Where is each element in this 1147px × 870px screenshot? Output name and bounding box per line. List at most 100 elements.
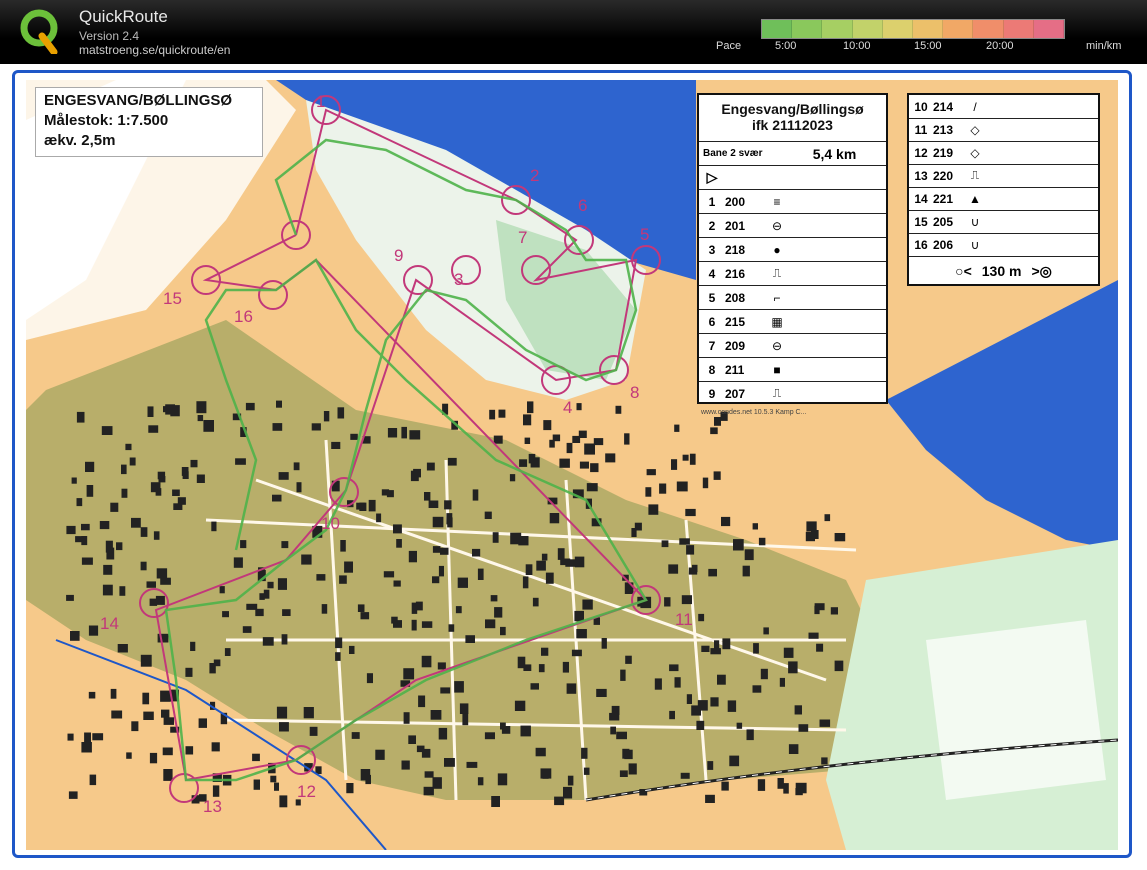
control-number: 2 bbox=[708, 218, 716, 233]
map-title-line: ENGESVANG/BØLLINGSØ bbox=[44, 92, 233, 109]
map-control-label: 2 bbox=[530, 166, 540, 185]
control-code: 201 bbox=[725, 218, 746, 233]
control-code: 206 bbox=[933, 237, 954, 252]
control-number: 3 bbox=[708, 242, 716, 257]
map-control-label: 14 bbox=[100, 614, 119, 633]
pace-color-segment bbox=[943, 20, 974, 38]
control-symbol-icon: ◇ bbox=[970, 145, 980, 160]
course-info-row: Bane 2 svær 5,4 km bbox=[699, 141, 886, 165]
pace-color-segment bbox=[882, 20, 914, 38]
map-control-label: 7 bbox=[518, 228, 528, 247]
pace-tick: 10:00 bbox=[843, 40, 871, 52]
control-row: 16 206 ∪ bbox=[909, 233, 1098, 257]
pace-color-bar bbox=[761, 19, 1065, 39]
control-symbol-icon: ⊖ bbox=[771, 218, 783, 233]
control-description-card-2: ○< 130 m >◎ 10 214 / 11 213 ◇ 12 219 ◇ 13 220 ⎍ 14 22… bbox=[907, 93, 1100, 286]
control-row: 2 201 ⊖ bbox=[699, 213, 886, 237]
control-number: 4 bbox=[708, 266, 716, 281]
control-symbol-icon: / bbox=[973, 99, 977, 114]
control-number: 5 bbox=[708, 290, 716, 305]
control-code: 220 bbox=[933, 168, 954, 183]
control-row: 7 209 ⊖ bbox=[699, 333, 886, 357]
control-row: 8 211 ■ bbox=[699, 357, 886, 381]
pace-tick: 15:00 bbox=[914, 40, 942, 52]
start-triangle-icon: ▷ bbox=[706, 169, 718, 185]
control-row: 14 221 ▲ bbox=[909, 187, 1098, 211]
control-symbol-icon: ∪ bbox=[970, 214, 980, 229]
control-row: 9 207 ⎍ bbox=[699, 381, 886, 405]
pace-color-segment bbox=[852, 20, 883, 38]
control-number: 15 bbox=[914, 214, 928, 229]
finish-row: ○< 130 m >◎ bbox=[909, 258, 1098, 284]
control-symbol-icon: ● bbox=[773, 242, 781, 257]
pace-color-segment bbox=[1003, 20, 1034, 38]
control-code: 215 bbox=[725, 314, 746, 329]
course-card-title: Engesvang/Bøllingsø bbox=[721, 101, 864, 117]
control-code: 208 bbox=[725, 290, 746, 305]
map-control-label: 10 bbox=[321, 514, 340, 533]
control-code: 211 bbox=[725, 362, 745, 377]
control-row: 3 218 ● bbox=[699, 237, 886, 261]
control-symbol-icon: ■ bbox=[773, 362, 781, 377]
finish-distance: 130 m bbox=[981, 263, 1022, 279]
control-number: 16 bbox=[914, 237, 928, 252]
course-card-subtitle: ifk 21112023 bbox=[752, 117, 833, 133]
quickroute-logo-icon bbox=[20, 9, 58, 54]
map-control-label: 6 bbox=[578, 196, 588, 215]
control-code: 213 bbox=[933, 122, 954, 137]
control-number: 9 bbox=[708, 386, 716, 401]
control-code: 221 bbox=[933, 191, 954, 206]
control-code: 200 bbox=[725, 194, 746, 209]
map-control-label: 16 bbox=[234, 307, 253, 326]
map-control-label: 15 bbox=[163, 289, 182, 308]
control-code: 214 bbox=[933, 99, 954, 114]
control-row: 12 219 ◇ bbox=[909, 141, 1098, 165]
control-symbol-icon: ⎍ bbox=[970, 168, 980, 182]
control-row: 5 208 ⌐ bbox=[699, 285, 886, 309]
pace-color-segment bbox=[762, 20, 793, 38]
control-symbol-icon: ∪ bbox=[970, 237, 980, 252]
control-number: 14 bbox=[914, 191, 928, 206]
map-control-label: 3 bbox=[454, 270, 464, 289]
pace-color-segment bbox=[792, 20, 823, 38]
map-control-label: 12 bbox=[297, 782, 316, 801]
control-description-card: Engesvang/Bøllingsø ifk 21112023 Bane 2 … bbox=[697, 93, 888, 416]
course-name: Bane 2 svær bbox=[703, 148, 763, 159]
control-symbol-icon: ▦ bbox=[771, 314, 783, 329]
control-code: 209 bbox=[725, 338, 746, 353]
control-row: 1 200 ≡ bbox=[699, 189, 886, 213]
control-number: 12 bbox=[914, 145, 928, 160]
course-length: 5,4 km bbox=[812, 145, 857, 162]
control-symbol-icon: ⌐ bbox=[773, 290, 781, 305]
map-title-line: ækv. 2,5m bbox=[44, 132, 116, 149]
pace-tick: 20:00 bbox=[986, 40, 1014, 52]
app-url[interactable]: matstroeng.se/quickroute/en bbox=[79, 43, 230, 57]
map-control-label: 9 bbox=[394, 246, 404, 265]
map-control-label: 4 bbox=[563, 398, 573, 417]
control-symbol-icon: ≡ bbox=[773, 194, 781, 209]
app-version: Version 2.4 bbox=[79, 29, 140, 43]
pace-color-segment bbox=[822, 20, 853, 38]
pace-label: Pace bbox=[716, 40, 742, 52]
course-card-footer: www.condes.net 10.5.3 Kamp C... bbox=[701, 409, 807, 416]
finish-circle-icon: >◎ bbox=[1031, 262, 1052, 279]
control-number: 13 bbox=[914, 168, 928, 183]
pace-tick: 5:00 bbox=[775, 40, 797, 52]
map-control-label: 11 bbox=[675, 610, 693, 629]
control-number: 6 bbox=[708, 314, 716, 329]
control-number: 11 bbox=[914, 122, 928, 137]
control-number: 7 bbox=[708, 338, 716, 353]
finish-start-icon: ○< bbox=[955, 263, 972, 279]
map-title-line: Målestok: 1:7.500 bbox=[44, 112, 169, 129]
control-number: 10 bbox=[914, 99, 928, 114]
control-symbol-icon: ⊖ bbox=[771, 338, 783, 353]
pace-unit: min/km bbox=[1086, 40, 1122, 52]
pace-color-segment bbox=[1033, 20, 1065, 38]
app-header: QuickRoute Version 2.4 matstroeng.se/qui… bbox=[0, 0, 1147, 64]
control-symbol-icon: ⎍ bbox=[772, 266, 782, 280]
map-control-label: 1 bbox=[316, 92, 326, 111]
pace-color-segment bbox=[973, 20, 1004, 38]
map-control-label: 5 bbox=[640, 225, 650, 244]
control-symbol-icon: ◇ bbox=[970, 122, 980, 137]
control-row: 11 213 ◇ bbox=[909, 118, 1098, 142]
